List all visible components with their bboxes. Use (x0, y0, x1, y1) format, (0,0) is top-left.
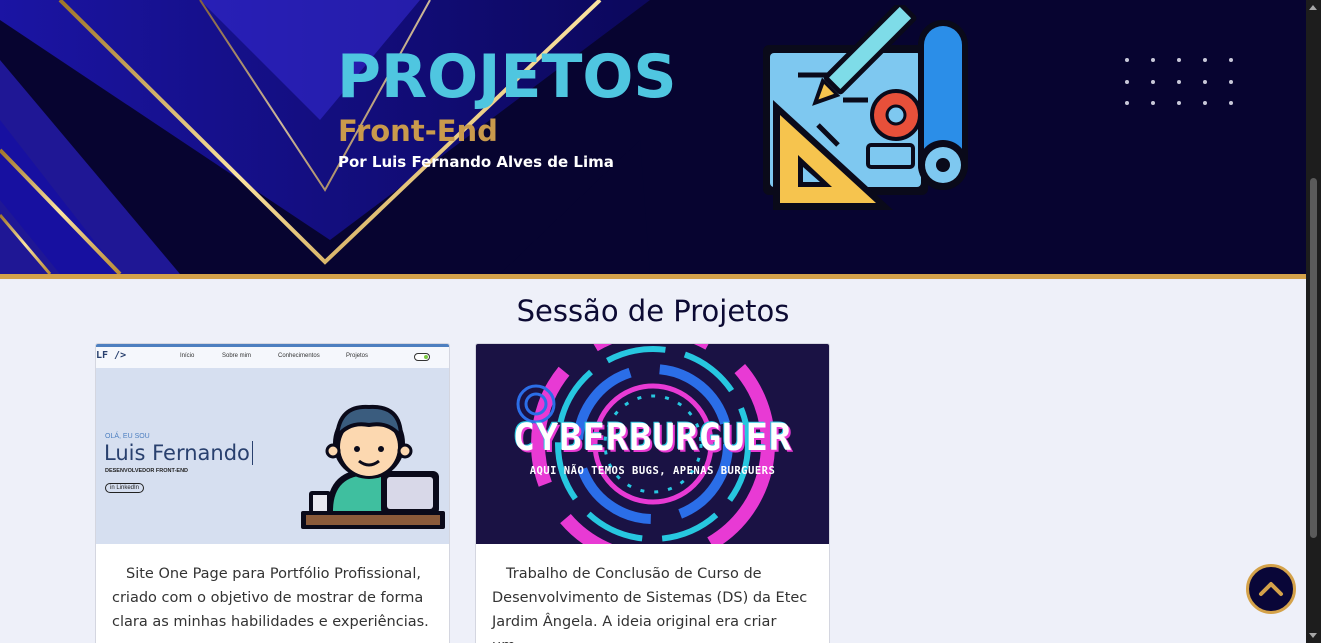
hero-banner: PROJETOS Front-End Por Luis Fernando Alv… (0, 0, 1306, 279)
vertical-scrollbar[interactable] (1306, 0, 1321, 643)
scroll-up-arrow[interactable] (1309, 5, 1317, 10)
thumb-greeting: OLÁ, EU SOU (105, 433, 150, 440)
thumb-nav-item: Conhecimentos (278, 353, 320, 359)
scrollbar-thumb[interactable] (1310, 178, 1317, 538)
thumb-linkedin-button: in LinkedIn (105, 483, 145, 493)
back-to-top-button[interactable] (1246, 564, 1296, 614)
author-line: Por Luis Fernando Alves de Lima (338, 153, 614, 171)
developer-at-desk-icon (301, 404, 445, 529)
page-title: PROJETOS (337, 42, 677, 112)
thumb-nav-item: Projetos (346, 353, 369, 359)
thumb-subtitle: AQUI NÃO TEMOS BUGS, APENAS BURGUERS (529, 465, 776, 477)
chevron-up-icon (1259, 582, 1283, 596)
project-card[interactable]: CYBERBURGUER AQUI NÃO TEMOS BUGS, APENAS… (475, 343, 830, 643)
thumb-nav-item: Início (180, 353, 195, 359)
thumb-navbar: LF /> Início Sobre mim Conhecimentos Pro… (96, 344, 449, 368)
decorative-dots (1125, 58, 1233, 105)
blueprint-tools-icon (763, 5, 968, 210)
project-card[interactable]: LF /> Início Sobre mim Conhecimentos Pro… (95, 343, 450, 643)
thumb-name: Luis Fernando (104, 441, 253, 465)
project-thumbnail[interactable]: CYBERBURGUER AQUI NÃO TEMOS BUGS, APENAS… (476, 344, 829, 544)
section-title: Sessão de Projetos (516, 294, 790, 328)
project-description: Site One Page para Portfólio Profissiona… (112, 566, 429, 630)
thumb-theme-toggle (414, 353, 430, 361)
project-thumbnail[interactable]: LF /> Início Sobre mim Conhecimentos Pro… (96, 344, 449, 544)
scroll-down-arrow[interactable] (1309, 633, 1317, 638)
page-subtitle: Front-End (338, 114, 498, 148)
thumb-title: CYBERBURGUER (512, 416, 793, 459)
thumb-logo: LF /> (96, 350, 127, 361)
project-description: Trabalho de Conclusão de Curso de Desenv… (492, 566, 808, 643)
thumb-nav-item: Sobre mim (222, 353, 252, 359)
thumb-role: DESENVOLVEDOR FRONT-END (105, 468, 189, 474)
